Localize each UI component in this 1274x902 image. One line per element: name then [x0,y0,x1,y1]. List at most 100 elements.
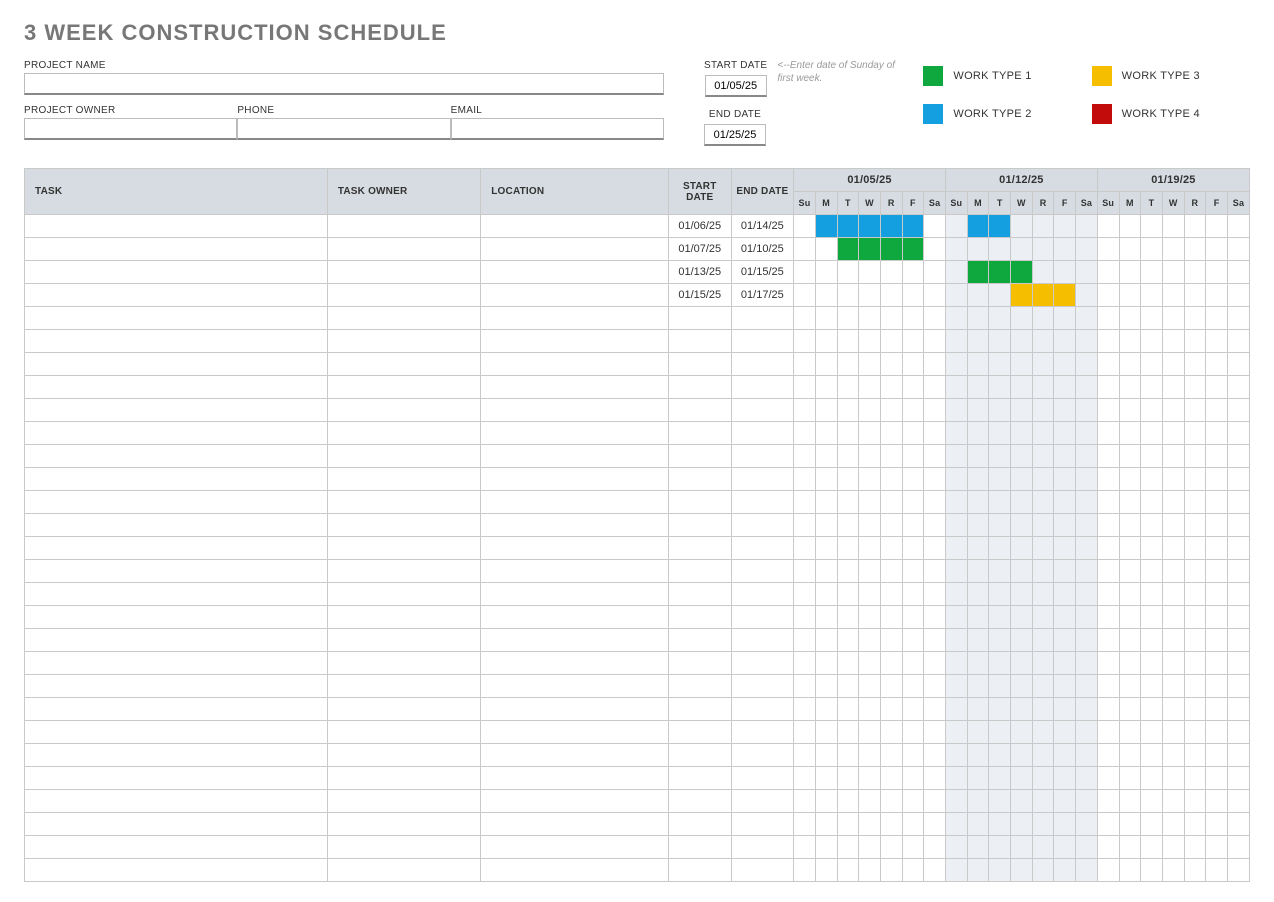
day-cell[interactable] [815,353,837,376]
day-cell[interactable] [1184,560,1206,583]
day-cell[interactable] [815,261,837,284]
end-date-cell[interactable]: 01/17/25 [731,284,794,307]
day-cell[interactable] [1097,238,1119,261]
day-cell[interactable] [859,261,881,284]
day-cell[interactable] [1141,859,1163,882]
day-cell[interactable] [1206,445,1228,468]
day-cell[interactable] [1032,583,1054,606]
day-cell[interactable] [1227,468,1249,491]
start-date-cell[interactable]: 01/06/25 [668,215,731,238]
day-cell[interactable] [1206,744,1228,767]
day-cell[interactable] [837,537,859,560]
day-cell[interactable] [1141,836,1163,859]
day-cell[interactable] [1032,399,1054,422]
day-cell[interactable] [989,238,1011,261]
day-cell[interactable] [902,445,924,468]
day-cell[interactable] [1162,675,1184,698]
day-cell[interactable] [837,721,859,744]
day-cell[interactable] [1076,330,1098,353]
start-date-cell[interactable] [668,491,731,514]
day-cell[interactable] [924,652,946,675]
day-cell[interactable] [1032,836,1054,859]
end-date-cell[interactable]: 01/15/25 [731,261,794,284]
day-cell[interactable] [1227,698,1249,721]
end-date-cell[interactable] [731,698,794,721]
day-cell[interactable] [1206,491,1228,514]
start-date-cell[interactable] [668,583,731,606]
end-date-cell[interactable] [731,376,794,399]
day-cell[interactable] [1162,284,1184,307]
day-cell[interactable] [1162,491,1184,514]
day-cell[interactable] [815,284,837,307]
day-cell[interactable] [945,215,967,238]
day-cell[interactable] [1032,238,1054,261]
day-cell[interactable] [1119,537,1141,560]
day-cell[interactable] [1119,629,1141,652]
day-cell[interactable] [967,698,989,721]
end-date-cell[interactable] [731,445,794,468]
day-cell[interactable] [1184,468,1206,491]
day-cell[interactable] [1184,491,1206,514]
day-cell[interactable] [1097,652,1119,675]
day-cell[interactable] [967,767,989,790]
day-cell[interactable] [1032,307,1054,330]
day-cell[interactable] [815,491,837,514]
task-cell[interactable] [25,790,328,813]
day-cell[interactable] [967,238,989,261]
day-cell[interactable] [1011,698,1033,721]
day-cell[interactable] [902,537,924,560]
day-cell[interactable] [945,767,967,790]
day-cell[interactable] [1076,675,1098,698]
day-cell[interactable] [1141,238,1163,261]
day-cell[interactable] [1032,376,1054,399]
start-date-input[interactable] [705,75,767,97]
day-cell[interactable] [837,514,859,537]
location-cell[interactable] [481,537,669,560]
day-cell[interactable] [945,307,967,330]
day-cell[interactable] [837,767,859,790]
day-cell[interactable] [989,330,1011,353]
day-cell[interactable] [794,790,816,813]
day-cell[interactable] [1032,813,1054,836]
day-cell[interactable] [924,583,946,606]
day-cell[interactable] [1076,652,1098,675]
end-date-cell[interactable] [731,583,794,606]
day-cell[interactable] [880,629,902,652]
day-cell[interactable] [1119,261,1141,284]
day-cell[interactable] [1076,238,1098,261]
end-date-cell[interactable] [731,491,794,514]
day-cell[interactable] [1227,606,1249,629]
task-owner-cell[interactable] [327,399,480,422]
day-cell[interactable] [902,399,924,422]
day-cell[interactable] [1206,675,1228,698]
day-cell[interactable] [945,652,967,675]
day-cell[interactable] [1011,307,1033,330]
day-cell[interactable] [1011,284,1033,307]
day-cell[interactable] [1097,721,1119,744]
day-cell[interactable] [1141,629,1163,652]
day-cell[interactable] [1119,468,1141,491]
day-cell[interactable] [1097,514,1119,537]
day-cell[interactable] [794,698,816,721]
day-cell[interactable] [794,606,816,629]
day-cell[interactable] [945,836,967,859]
day-cell[interactable] [1011,606,1033,629]
day-cell[interactable] [1141,675,1163,698]
end-date-cell[interactable] [731,514,794,537]
day-cell[interactable] [1032,859,1054,882]
day-cell[interactable] [837,813,859,836]
end-date-cell[interactable] [731,629,794,652]
day-cell[interactable] [924,606,946,629]
day-cell[interactable] [924,445,946,468]
day-cell[interactable] [1184,721,1206,744]
day-cell[interactable] [815,698,837,721]
task-owner-cell[interactable] [327,261,480,284]
day-cell[interactable] [815,399,837,422]
task-owner-cell[interactable] [327,514,480,537]
task-cell[interactable] [25,468,328,491]
task-owner-cell[interactable] [327,744,480,767]
day-cell[interactable] [880,583,902,606]
task-cell[interactable] [25,353,328,376]
day-cell[interactable] [1011,721,1033,744]
day-cell[interactable] [989,537,1011,560]
